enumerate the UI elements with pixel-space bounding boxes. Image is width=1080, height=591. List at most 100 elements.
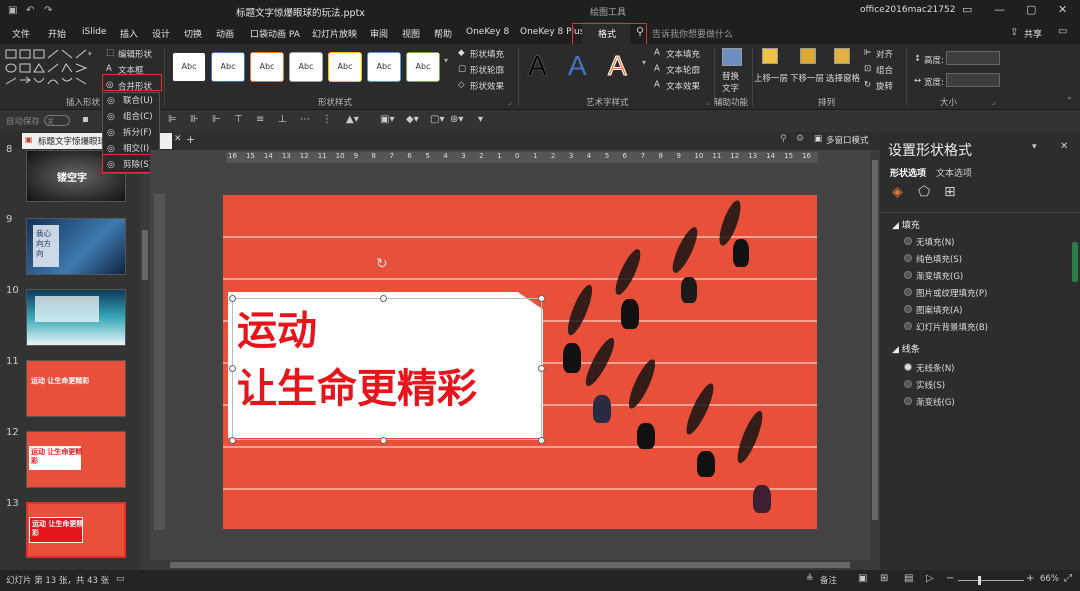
align-top-icon[interactable]: ⊤ xyxy=(234,114,243,125)
edit-shape-icon[interactable]: ⬚ xyxy=(106,48,114,58)
align-left-icon[interactable]: ⊫ xyxy=(168,114,177,125)
resize-handle[interactable] xyxy=(538,295,545,302)
resize-handle[interactable] xyxy=(538,365,545,372)
search-icon[interactable]: ⚲ xyxy=(636,25,644,38)
fill-line-icon[interactable]: ◈ xyxy=(892,184,903,200)
style-preset-3[interactable]: Abc xyxy=(250,52,284,82)
menu-item-combine[interactable]: ◎ 组合(C) xyxy=(103,109,158,125)
width-input[interactable] xyxy=(946,73,1000,87)
thumb-scroll-thumb[interactable] xyxy=(142,230,148,280)
align-icon[interactable]: ⊫ xyxy=(864,48,871,58)
tab-home[interactable]: 开始 xyxy=(48,27,66,40)
tell-me-input[interactable]: 告诉我你想要做什么 xyxy=(652,27,733,40)
zoom-in-icon[interactable]: + xyxy=(1026,573,1034,584)
menu-item-fragment[interactable]: ◎ 拆分(F) xyxy=(103,125,158,141)
tab-animations[interactable]: 动画 xyxy=(216,27,234,40)
replace-text-button[interactable]: 替换 xyxy=(722,70,739,82)
art-gallery-more-icon[interactable]: ▾ xyxy=(642,58,646,67)
radio-gradient-line[interactable] xyxy=(904,397,912,405)
tab-pocket-animation[interactable]: 口袋动画 PA xyxy=(250,27,300,40)
style-preset-1[interactable]: Abc xyxy=(172,52,206,82)
panel-close-icon[interactable]: ✕ xyxy=(1060,141,1068,152)
outline-dropdown-icon[interactable]: ▢▾ xyxy=(430,114,444,125)
radio-gradient-fill[interactable] xyxy=(904,271,912,279)
tab-review[interactable]: 审阅 xyxy=(370,27,388,40)
vertical-scroll-thumb[interactable] xyxy=(872,160,878,520)
tab-view[interactable]: 视图 xyxy=(402,27,420,40)
text-outline-icon[interactable]: A xyxy=(654,64,660,74)
bring-forward-button[interactable]: 上移一层 xyxy=(754,72,788,84)
thumb-scrollbar[interactable] xyxy=(140,150,150,570)
slide-sorter-icon[interactable]: ⊞ xyxy=(880,573,888,584)
multiwindow-button[interactable]: 多窗口模式 xyxy=(826,134,869,146)
shape-fill-icon[interactable]: ◆ xyxy=(458,48,465,58)
option-solid-fill[interactable]: 纯色填充(S) xyxy=(916,253,962,265)
settings-icon[interactable]: ⚙ xyxy=(796,134,804,144)
horizontal-scroll-thumb[interactable] xyxy=(170,562,850,568)
undo-icon[interactable]: ↶ xyxy=(26,5,34,16)
radio-solid-line[interactable] xyxy=(904,380,912,388)
size-launcher-icon[interactable]: ⌟ xyxy=(992,98,995,106)
zoom-slider-thumb[interactable] xyxy=(978,576,981,585)
search-slides-icon[interactable]: ⚲ xyxy=(780,134,787,144)
tab-file[interactable]: 文件 xyxy=(12,27,30,40)
side-tab[interactable] xyxy=(1072,242,1078,282)
option-pattern-fill[interactable]: 图案填充(A) xyxy=(916,304,962,316)
tab-transitions[interactable]: 切换 xyxy=(184,27,202,40)
collapse-ribbon-icon[interactable]: ⌃ xyxy=(1066,96,1073,105)
tab-help[interactable]: 帮助 xyxy=(434,27,452,40)
language-icon[interactable]: ▭ xyxy=(116,574,125,584)
shape-style-launcher-icon[interactable]: ⌟ xyxy=(508,98,511,106)
horizontal-scrollbar[interactable] xyxy=(150,560,870,570)
shape-effect-icon[interactable]: ◇ xyxy=(458,80,465,90)
ribbon-display-icon[interactable]: ▭ xyxy=(962,3,972,16)
tab-design[interactable]: 设计 xyxy=(152,27,170,40)
arrange-dropdown-icon[interactable]: ▣▾ xyxy=(380,114,394,125)
multiwindow-icon[interactable]: ▣ xyxy=(814,134,822,144)
effects-icon[interactable]: ⬠ xyxy=(918,184,930,200)
maximize-icon[interactable]: ▢ xyxy=(1026,3,1036,16)
vertical-scrollbar[interactable] xyxy=(870,150,880,570)
option-gradient-fill[interactable]: 渐变填充(G) xyxy=(916,270,963,282)
align-middle-icon[interactable]: ≡ xyxy=(256,114,264,125)
slide-thumbnail-12[interactable]: 运动 让生命更精彩 xyxy=(26,431,126,488)
slide-thumbnail-11[interactable]: 运动 让生命更精彩 xyxy=(26,360,126,417)
fit-to-window-icon[interactable]: ⤢ xyxy=(1064,573,1072,584)
tab-shape-options[interactable]: 形状选项 xyxy=(890,166,926,179)
style-preset-5[interactable]: Abc xyxy=(328,52,362,82)
style-gallery-more-icon[interactable]: ▾ xyxy=(444,56,448,65)
shape-effect-button[interactable]: 形状效果 xyxy=(470,80,504,92)
tab-islide[interactable]: iSlide xyxy=(82,27,106,37)
option-no-fill[interactable]: 无填充(N) xyxy=(916,236,955,248)
resize-handle[interactable] xyxy=(229,295,236,302)
style-preset-7[interactable]: Abc xyxy=(406,52,440,82)
slideshow-icon[interactable]: ▷ xyxy=(926,573,934,584)
slide-thumbnail-9[interactable]: 我心向方向 xyxy=(26,218,126,275)
radio-solid-fill[interactable] xyxy=(904,254,912,262)
fill-dropdown-icon[interactable]: ◆▾ xyxy=(406,114,419,125)
line-section-header[interactable]: ◢ 线条 xyxy=(892,342,920,355)
slide-thumbnail-10[interactable] xyxy=(26,289,126,346)
textbox-icon[interactable]: A xyxy=(106,64,112,74)
selection-pane-icon[interactable] xyxy=(834,48,850,64)
text-effect-button[interactable]: 文本效果 xyxy=(666,80,700,92)
option-picture-fill[interactable]: 图片或纹理填充(P) xyxy=(916,287,987,299)
group-icon[interactable]: ⊡ xyxy=(864,64,871,74)
radio-no-fill[interactable] xyxy=(904,237,912,245)
close-doc-tab-icon[interactable]: ✕ xyxy=(174,134,182,144)
tab-text-options[interactable]: 文本选项 xyxy=(936,166,972,179)
distribute-h-icon[interactable]: ⋯ xyxy=(300,114,310,125)
bring-forward-icon[interactable] xyxy=(762,48,778,64)
group-button[interactable]: 组合 xyxy=(876,64,893,76)
distribute-v-icon[interactable]: ⋮ xyxy=(322,114,332,125)
option-no-line[interactable]: 无线条(N) xyxy=(916,362,955,374)
resize-handle[interactable] xyxy=(538,437,545,444)
align-button[interactable]: 对齐 xyxy=(876,48,893,60)
rotate-icon[interactable]: ↻ xyxy=(864,80,871,90)
shape-outline-icon[interactable]: ▢ xyxy=(458,64,466,74)
tab-insert[interactable]: 插入 xyxy=(120,27,138,40)
normal-view-icon[interactable]: ▣ xyxy=(858,573,867,584)
autosave-toggle[interactable]: 关 xyxy=(44,115,70,126)
gallery-more-icon[interactable]: ▾ xyxy=(88,50,92,58)
align-center-icon[interactable]: ⊪ xyxy=(190,114,199,125)
